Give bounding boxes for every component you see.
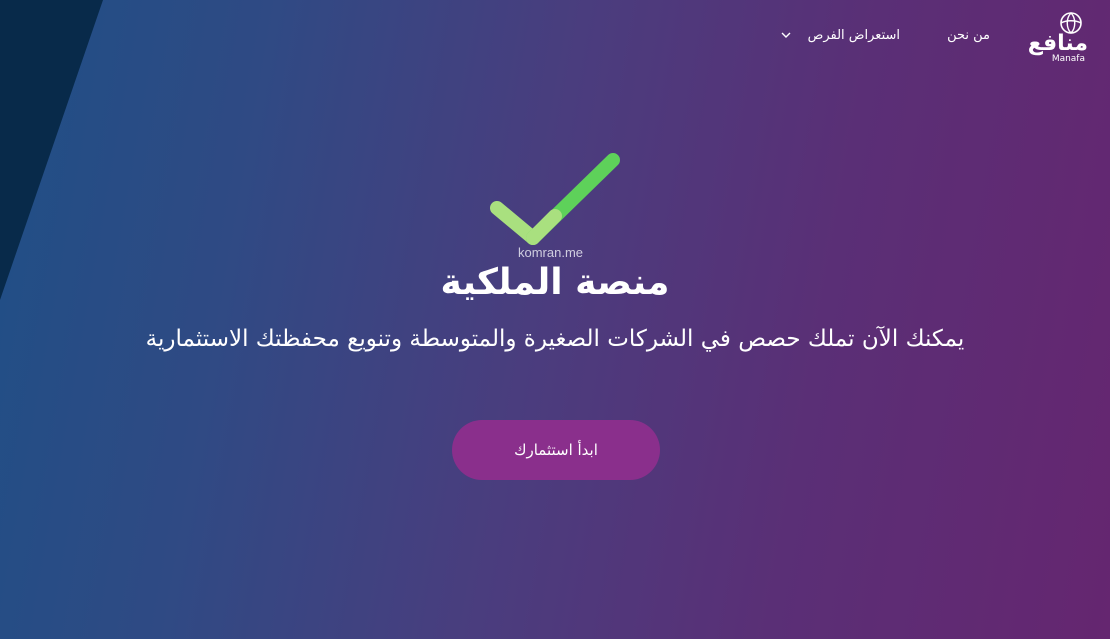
brand-name-arabic: منافع xyxy=(1027,31,1088,56)
start-investing-button[interactable]: ابدأ استثمارك xyxy=(452,420,660,480)
chevron-down-icon[interactable] xyxy=(780,29,792,41)
brand-name-english: Manafa xyxy=(1051,54,1085,64)
watermark-text: komran.me xyxy=(518,245,584,260)
hero-title: منصة الملكية xyxy=(440,262,670,303)
nav-link-about[interactable]: من نحن xyxy=(947,28,990,43)
checkmark-icon xyxy=(490,153,620,245)
hero-subtitle: يمكنك الآن تملك حصص في الشركات الصغيرة و… xyxy=(145,326,965,352)
navbar: منافع Manafa من نحن استعراض الفرص xyxy=(0,0,1110,76)
brand-logo[interactable]: منافع Manafa xyxy=(1024,10,1088,66)
nav-link-browse-opportunities[interactable]: استعراض الفرص xyxy=(808,28,900,43)
